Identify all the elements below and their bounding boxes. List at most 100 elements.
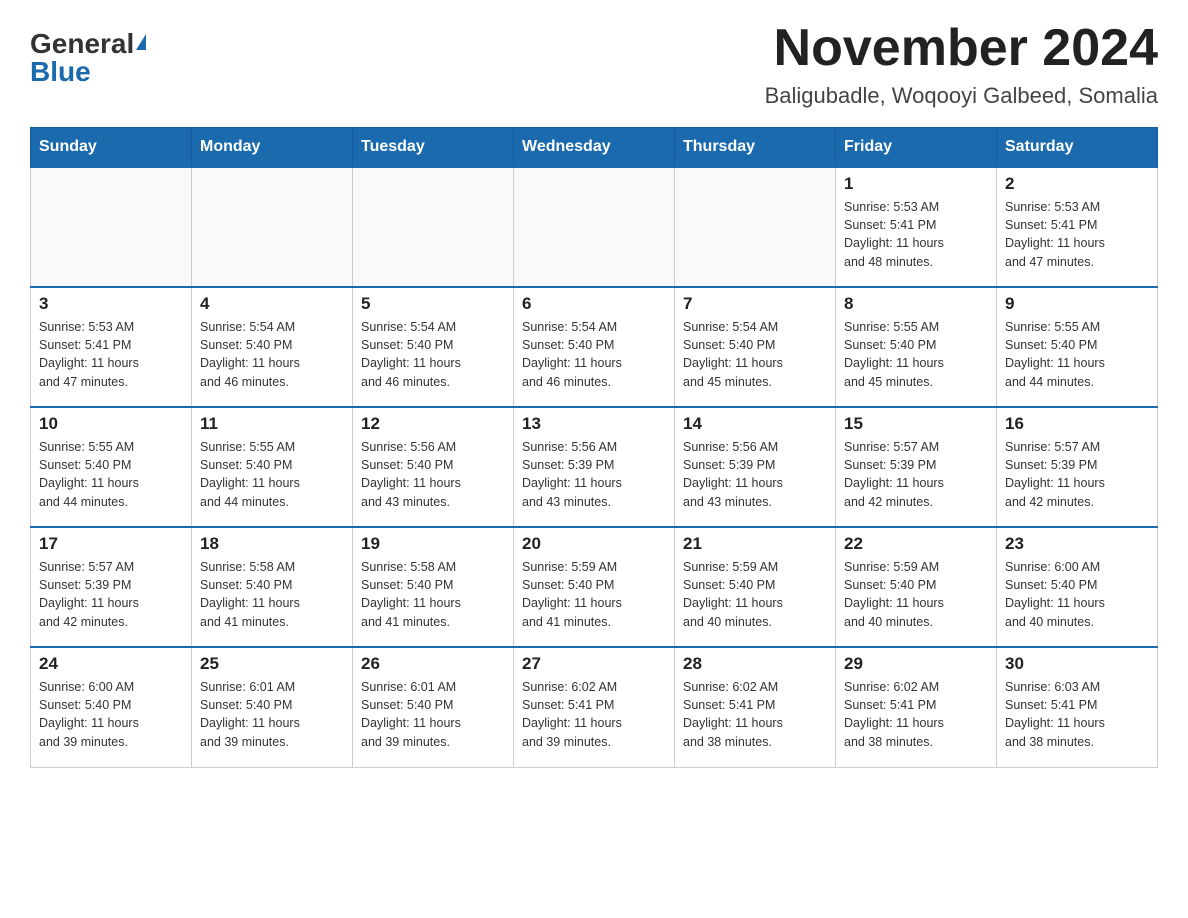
day-info: Sunrise: 5:56 AM Sunset: 5:39 PM Dayligh… bbox=[522, 438, 666, 511]
weekday-header-tuesday: Tuesday bbox=[353, 128, 514, 168]
day-number: 18 bbox=[200, 534, 344, 554]
day-info: Sunrise: 6:02 AM Sunset: 5:41 PM Dayligh… bbox=[844, 678, 988, 751]
week-row-3: 10 Sunrise: 5:55 AM Sunset: 5:40 PM Dayli… bbox=[31, 407, 1158, 527]
calendar-cell: 26 Sunrise: 6:01 AM Sunset: 5:40 PM Dayli… bbox=[353, 647, 514, 767]
day-info: Sunrise: 5:59 AM Sunset: 5:40 PM Dayligh… bbox=[522, 558, 666, 631]
calendar-cell: 5Sunrise: 5:54 AM Sunset: 5:40 PM Daylig… bbox=[353, 287, 514, 407]
day-info: Sunrise: 5:56 AM Sunset: 5:39 PM Dayligh… bbox=[683, 438, 827, 511]
day-number: 26 bbox=[361, 654, 505, 674]
day-info: Sunrise: 5:53 AM Sunset: 5:41 PM Dayligh… bbox=[844, 198, 988, 271]
day-number: 27 bbox=[522, 654, 666, 674]
day-number: 12 bbox=[361, 414, 505, 434]
day-number: 29 bbox=[844, 654, 988, 674]
page-header: General Blue November 2024 Baligubadle, … bbox=[30, 20, 1158, 109]
weekday-header-wednesday: Wednesday bbox=[514, 128, 675, 168]
main-title: November 2024 bbox=[765, 20, 1158, 77]
calendar-cell: 19 Sunrise: 5:58 AM Sunset: 5:40 PM Dayli… bbox=[353, 527, 514, 647]
calendar-cell: 3 Sunrise: 5:53 AM Sunset: 5:41 PM Daylig… bbox=[31, 287, 192, 407]
calendar-cell bbox=[353, 167, 514, 287]
calendar-cell: 16 Sunrise: 5:57 AM Sunset: 5:39 PM Dayli… bbox=[997, 407, 1158, 527]
day-number: 3 bbox=[39, 294, 183, 314]
day-info: Sunrise: 5:57 AM Sunset: 5:39 PM Dayligh… bbox=[39, 558, 183, 631]
day-info: Sunrise: 5:55 AM Sunset: 5:40 PM Dayligh… bbox=[844, 318, 988, 391]
day-number: 24 bbox=[39, 654, 183, 674]
calendar-cell bbox=[675, 167, 836, 287]
calendar-cell: 12Sunrise: 5:56 AM Sunset: 5:40 PM Dayli… bbox=[353, 407, 514, 527]
day-info: Sunrise: 6:02 AM Sunset: 5:41 PM Dayligh… bbox=[683, 678, 827, 751]
day-number: 23 bbox=[1005, 534, 1149, 554]
weekday-header-thursday: Thursday bbox=[675, 128, 836, 168]
day-number: 19 bbox=[361, 534, 505, 554]
calendar-cell: 24 Sunrise: 6:00 AM Sunset: 5:40 PM Dayli… bbox=[31, 647, 192, 767]
calendar-cell bbox=[31, 167, 192, 287]
logo-blue-text: Blue bbox=[30, 58, 91, 86]
day-info: Sunrise: 5:54 AM Sunset: 5:40 PM Dayligh… bbox=[200, 318, 344, 391]
day-number: 16 bbox=[1005, 414, 1149, 434]
day-number: 15 bbox=[844, 414, 988, 434]
day-number: 17 bbox=[39, 534, 183, 554]
day-number: 10 bbox=[39, 414, 183, 434]
calendar-header-row: SundayMondayTuesdayWednesdayThursdayFrid… bbox=[31, 128, 1158, 168]
day-info: Sunrise: 5:59 AM Sunset: 5:40 PM Dayligh… bbox=[844, 558, 988, 631]
day-info: Sunrise: 6:03 AM Sunset: 5:41 PM Dayligh… bbox=[1005, 678, 1149, 751]
calendar-table: SundayMondayTuesdayWednesdayThursdayFrid… bbox=[30, 127, 1158, 768]
day-info: Sunrise: 5:54 AM Sunset: 5:40 PM Dayligh… bbox=[683, 318, 827, 391]
title-area: November 2024 Baligubadle, Woqooyi Galbe… bbox=[765, 20, 1158, 109]
subtitle: Baligubadle, Woqooyi Galbeed, Somalia bbox=[765, 83, 1158, 109]
calendar-cell: 13 Sunrise: 5:56 AM Sunset: 5:39 PM Dayli… bbox=[514, 407, 675, 527]
calendar-cell: 10 Sunrise: 5:55 AM Sunset: 5:40 PM Dayli… bbox=[31, 407, 192, 527]
weekday-header-sunday: Sunday bbox=[31, 128, 192, 168]
day-number: 30 bbox=[1005, 654, 1149, 674]
calendar-cell: 8 Sunrise: 5:55 AM Sunset: 5:40 PM Daylig… bbox=[836, 287, 997, 407]
logo-triangle-icon bbox=[136, 34, 146, 50]
calendar-cell: 30 Sunrise: 6:03 AM Sunset: 5:41 PM Dayli… bbox=[997, 647, 1158, 767]
calendar-cell: 17 Sunrise: 5:57 AM Sunset: 5:39 PM Dayli… bbox=[31, 527, 192, 647]
calendar-cell: 27 Sunrise: 6:02 AM Sunset: 5:41 PM Dayli… bbox=[514, 647, 675, 767]
day-number: 11 bbox=[200, 414, 344, 434]
day-info: Sunrise: 6:01 AM Sunset: 5:40 PM Dayligh… bbox=[361, 678, 505, 751]
day-info: Sunrise: 5:57 AM Sunset: 5:39 PM Dayligh… bbox=[844, 438, 988, 511]
calendar-cell: 11Sunrise: 5:55 AM Sunset: 5:40 PM Dayli… bbox=[192, 407, 353, 527]
day-number: 5 bbox=[361, 294, 505, 314]
day-info: Sunrise: 5:57 AM Sunset: 5:39 PM Dayligh… bbox=[1005, 438, 1149, 511]
calendar-cell: 7Sunrise: 5:54 AM Sunset: 5:40 PM Daylig… bbox=[675, 287, 836, 407]
calendar-cell: 29 Sunrise: 6:02 AM Sunset: 5:41 PM Dayli… bbox=[836, 647, 997, 767]
weekday-header-saturday: Saturday bbox=[997, 128, 1158, 168]
day-info: Sunrise: 5:53 AM Sunset: 5:41 PM Dayligh… bbox=[1005, 198, 1149, 271]
calendar-cell: 6Sunrise: 5:54 AM Sunset: 5:40 PM Daylig… bbox=[514, 287, 675, 407]
day-number: 2 bbox=[1005, 174, 1149, 194]
calendar-cell: 28 Sunrise: 6:02 AM Sunset: 5:41 PM Dayli… bbox=[675, 647, 836, 767]
day-info: Sunrise: 6:00 AM Sunset: 5:40 PM Dayligh… bbox=[39, 678, 183, 751]
week-row-2: 3 Sunrise: 5:53 AM Sunset: 5:41 PM Daylig… bbox=[31, 287, 1158, 407]
day-number: 1 bbox=[844, 174, 988, 194]
weekday-header-monday: Monday bbox=[192, 128, 353, 168]
day-info: Sunrise: 5:54 AM Sunset: 5:40 PM Dayligh… bbox=[522, 318, 666, 391]
calendar-cell: 1 Sunrise: 5:53 AM Sunset: 5:41 PM Daylig… bbox=[836, 167, 997, 287]
logo-general-text: General bbox=[30, 30, 134, 58]
day-number: 28 bbox=[683, 654, 827, 674]
day-info: Sunrise: 6:02 AM Sunset: 5:41 PM Dayligh… bbox=[522, 678, 666, 751]
calendar-cell: 18 Sunrise: 5:58 AM Sunset: 5:40 PM Dayli… bbox=[192, 527, 353, 647]
calendar-cell: 4 Sunrise: 5:54 AM Sunset: 5:40 PM Daylig… bbox=[192, 287, 353, 407]
day-number: 4 bbox=[200, 294, 344, 314]
day-info: Sunrise: 5:59 AM Sunset: 5:40 PM Dayligh… bbox=[683, 558, 827, 631]
calendar-cell: 2 Sunrise: 5:53 AM Sunset: 5:41 PM Daylig… bbox=[997, 167, 1158, 287]
day-info: Sunrise: 5:58 AM Sunset: 5:40 PM Dayligh… bbox=[361, 558, 505, 631]
day-number: 13 bbox=[522, 414, 666, 434]
day-number: 22 bbox=[844, 534, 988, 554]
day-info: Sunrise: 6:01 AM Sunset: 5:40 PM Dayligh… bbox=[200, 678, 344, 751]
day-number: 8 bbox=[844, 294, 988, 314]
calendar-cell: 14Sunrise: 5:56 AM Sunset: 5:39 PM Dayli… bbox=[675, 407, 836, 527]
calendar-cell: 21Sunrise: 5:59 AM Sunset: 5:40 PM Dayli… bbox=[675, 527, 836, 647]
day-info: Sunrise: 5:53 AM Sunset: 5:41 PM Dayligh… bbox=[39, 318, 183, 391]
calendar-cell: 25Sunrise: 6:01 AM Sunset: 5:40 PM Dayli… bbox=[192, 647, 353, 767]
calendar-cell: 22 Sunrise: 5:59 AM Sunset: 5:40 PM Dayli… bbox=[836, 527, 997, 647]
day-info: Sunrise: 5:55 AM Sunset: 5:40 PM Dayligh… bbox=[1005, 318, 1149, 391]
calendar-cell: 15 Sunrise: 5:57 AM Sunset: 5:39 PM Dayli… bbox=[836, 407, 997, 527]
day-info: Sunrise: 5:58 AM Sunset: 5:40 PM Dayligh… bbox=[200, 558, 344, 631]
week-row-5: 24 Sunrise: 6:00 AM Sunset: 5:40 PM Dayli… bbox=[31, 647, 1158, 767]
week-row-4: 17 Sunrise: 5:57 AM Sunset: 5:39 PM Dayli… bbox=[31, 527, 1158, 647]
calendar-cell: 20Sunrise: 5:59 AM Sunset: 5:40 PM Dayli… bbox=[514, 527, 675, 647]
calendar-cell bbox=[192, 167, 353, 287]
day-info: Sunrise: 5:55 AM Sunset: 5:40 PM Dayligh… bbox=[39, 438, 183, 511]
